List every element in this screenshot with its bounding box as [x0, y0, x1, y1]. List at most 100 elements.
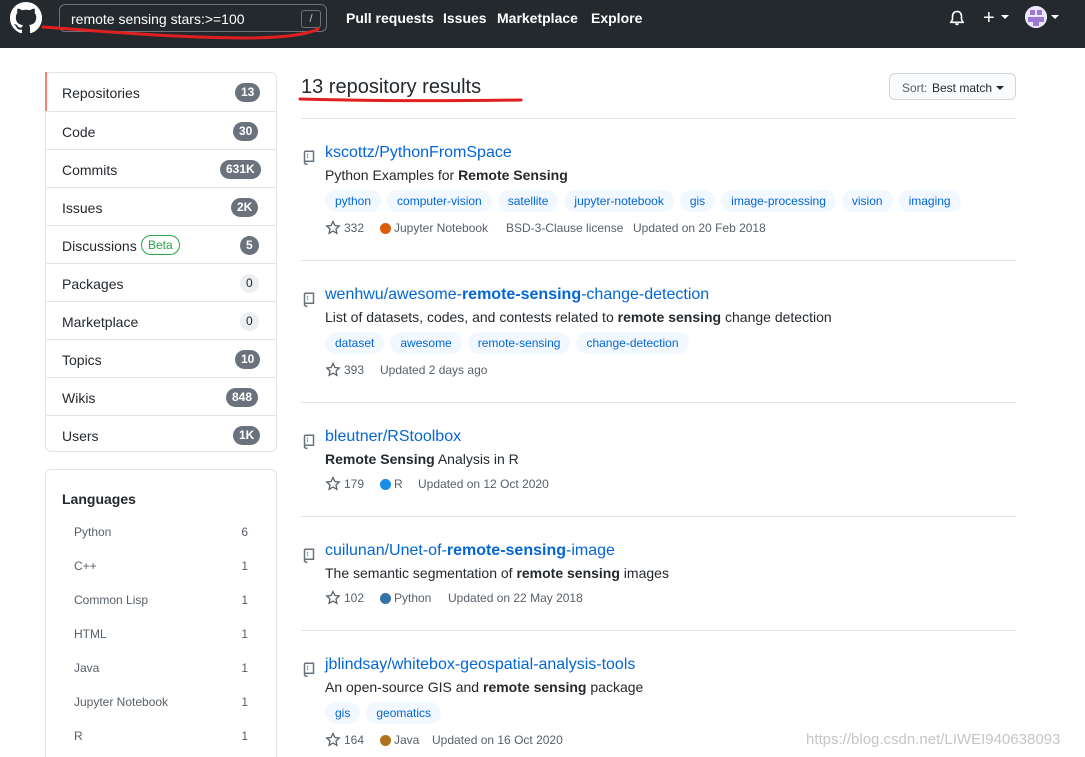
menu-item-commits[interactable]: Commits 631K — [46, 149, 276, 187]
topic-tag[interactable]: gis — [679, 190, 716, 212]
menu-item-label: Packages — [62, 276, 124, 292]
repo-icon — [303, 434, 315, 449]
repo-description-segment: remote sensing — [617, 309, 722, 325]
topic-tag[interactable]: imaging — [898, 190, 961, 212]
topic-tag[interactable]: change-detection — [576, 332, 689, 354]
topic-tag[interactable]: awesome — [390, 332, 462, 354]
github-logo-icon[interactable] — [10, 2, 42, 34]
avatar[interactable] — [1025, 6, 1047, 28]
menu-item-wikis[interactable]: Wikis 848 — [46, 377, 276, 415]
repo-description-segment: The semantic segmentation of — [325, 565, 517, 581]
language-item-r[interactable]: R 1 — [46, 729, 276, 749]
repo-name-link[interactable]: bleutner/RStoolbox — [325, 428, 461, 446]
language-count: 1 — [241, 661, 248, 675]
topic-list: gis geomatics — [325, 702, 447, 724]
topic-tag[interactable]: python — [325, 190, 382, 212]
repo-name-segment: jblindsay/whitebox-geospatial-analysis-t… — [325, 656, 636, 673]
repo-name-link[interactable]: cuilunan/Unet-of-remote-sensing-image — [325, 542, 615, 560]
menu-item-label: Users — [62, 428, 99, 444]
language-name: C++ — [74, 559, 97, 573]
repo-language: Java — [394, 733, 420, 747]
repo-license: BSD-3-Clause license — [506, 221, 624, 235]
language-item-cpp[interactable]: C++ 1 — [46, 559, 276, 579]
plus-icon[interactable]: + — [983, 8, 995, 28]
chevron-down-icon[interactable] — [1001, 15, 1009, 19]
repo-name-segment: bleutner/RStoolbox — [325, 428, 462, 445]
menu-item-issues[interactable]: Issues 2K — [46, 187, 276, 225]
menu-item-users[interactable]: Users 1K — [46, 415, 276, 453]
repo-result: cuilunan/Unet-of-remote-sensing-image Th… — [301, 542, 1016, 618]
divider — [301, 118, 1016, 119]
menu-item-code[interactable]: Code 30 — [46, 111, 276, 149]
repo-description-segment: List of datasets, codes, and contests re… — [325, 309, 618, 325]
repo-name-link[interactable]: kscottz/PythonFromSpace — [325, 144, 512, 162]
menu-item-label: Repositories — [62, 85, 140, 101]
menu-item-repositories[interactable]: Repositories 13 — [45, 72, 276, 111]
nav-pull-requests[interactable]: Pull requests — [346, 10, 434, 26]
topic-tag[interactable]: gis — [325, 702, 361, 724]
nav-marketplace[interactable]: Marketplace — [497, 10, 578, 26]
nav-issues[interactable]: Issues — [443, 10, 487, 26]
menu-item-label: Discussions — [62, 238, 137, 254]
menu-item-discussions[interactable]: Discussions Beta 5 — [46, 225, 276, 263]
star-icon — [325, 362, 341, 377]
topic-tag[interactable]: image-processing — [721, 190, 836, 212]
topic-list: dataset awesome remote-sensing change-detec… — [325, 332, 695, 354]
repo-language: Python — [394, 591, 432, 605]
star-count[interactable]: 179 — [344, 477, 364, 491]
menu-item-packages[interactable]: Packages 0 — [46, 263, 276, 301]
language-item-java[interactable]: Java 1 — [46, 661, 276, 681]
repo-icon — [303, 292, 315, 307]
annotation-underline-title — [298, 97, 523, 103]
topic-tag[interactable]: geomatics — [366, 702, 442, 724]
divider — [301, 260, 1016, 261]
bell-icon[interactable] — [948, 9, 966, 27]
language-count: 1 — [241, 695, 248, 709]
language-item-python[interactable]: Python 6 — [46, 525, 276, 545]
language-name: Java — [74, 661, 100, 675]
star-count[interactable]: 102 — [344, 591, 364, 605]
language-color-dot — [380, 735, 391, 746]
sort-dropdown[interactable]: Sort: Best match — [889, 73, 1016, 100]
sort-value: Best match — [932, 81, 993, 95]
repo-name-link[interactable]: wenhwu/awesome-remote-sensing-change-det… — [325, 286, 709, 304]
language-item-common-lisp[interactable]: Common Lisp 1 — [46, 593, 276, 613]
star-count[interactable]: 332 — [344, 221, 364, 235]
language-name: HTML — [74, 627, 107, 641]
count-badge: 10 — [235, 350, 261, 369]
repo-name-segment: kscottz/PythonFromSpace — [325, 144, 512, 161]
language-count: 1 — [241, 627, 248, 641]
language-count: 1 — [241, 559, 248, 573]
menu-item-topics[interactable]: Topics 10 — [46, 339, 276, 377]
topic-tag[interactable]: dataset — [325, 332, 385, 354]
nav-explore[interactable]: Explore — [591, 10, 642, 26]
count-badge: 1K — [233, 426, 261, 445]
count-badge: 13 — [235, 83, 261, 102]
topic-tag[interactable]: remote-sensing — [467, 332, 571, 354]
divider — [301, 402, 1016, 403]
repo-name-link[interactable]: jblindsay/whitebox-geospatial-analysis-t… — [325, 656, 635, 674]
languages-title: Languages — [62, 491, 136, 507]
menu-item-label: Topics — [62, 352, 102, 368]
annotation-underline-search — [41, 25, 320, 40]
menu-item-marketplace[interactable]: Marketplace 0 — [46, 301, 276, 339]
language-item-html[interactable]: HTML 1 — [46, 627, 276, 647]
topic-tag[interactable]: jupyter-notebook — [564, 190, 674, 212]
menu-item-label: Code — [62, 124, 96, 140]
language-count: 1 — [241, 729, 248, 743]
repo-result: wenhwu/awesome-remote-sensing-change-det… — [301, 286, 1016, 386]
topic-tag[interactable]: vision — [841, 190, 893, 212]
topic-tag[interactable]: satellite — [497, 190, 559, 212]
repo-description-segment: Python Examples for — [325, 167, 459, 183]
repo-description: An open-source GIS and remote sensing pa… — [325, 679, 643, 695]
topic-tag[interactable]: computer-vision — [387, 190, 492, 212]
star-count[interactable]: 393 — [344, 363, 364, 377]
divider — [301, 516, 1016, 517]
star-count[interactable]: 164 — [344, 733, 364, 747]
repo-updated: Updated 2 days ago — [380, 363, 488, 377]
count-badge: 2K — [231, 198, 259, 217]
menu-item-label: Wikis — [62, 390, 96, 406]
language-color-dot — [380, 223, 391, 234]
chevron-down-icon[interactable] — [1051, 15, 1059, 19]
language-item-jupyter-notebook[interactable]: Jupyter Notebook 1 — [46, 695, 276, 715]
